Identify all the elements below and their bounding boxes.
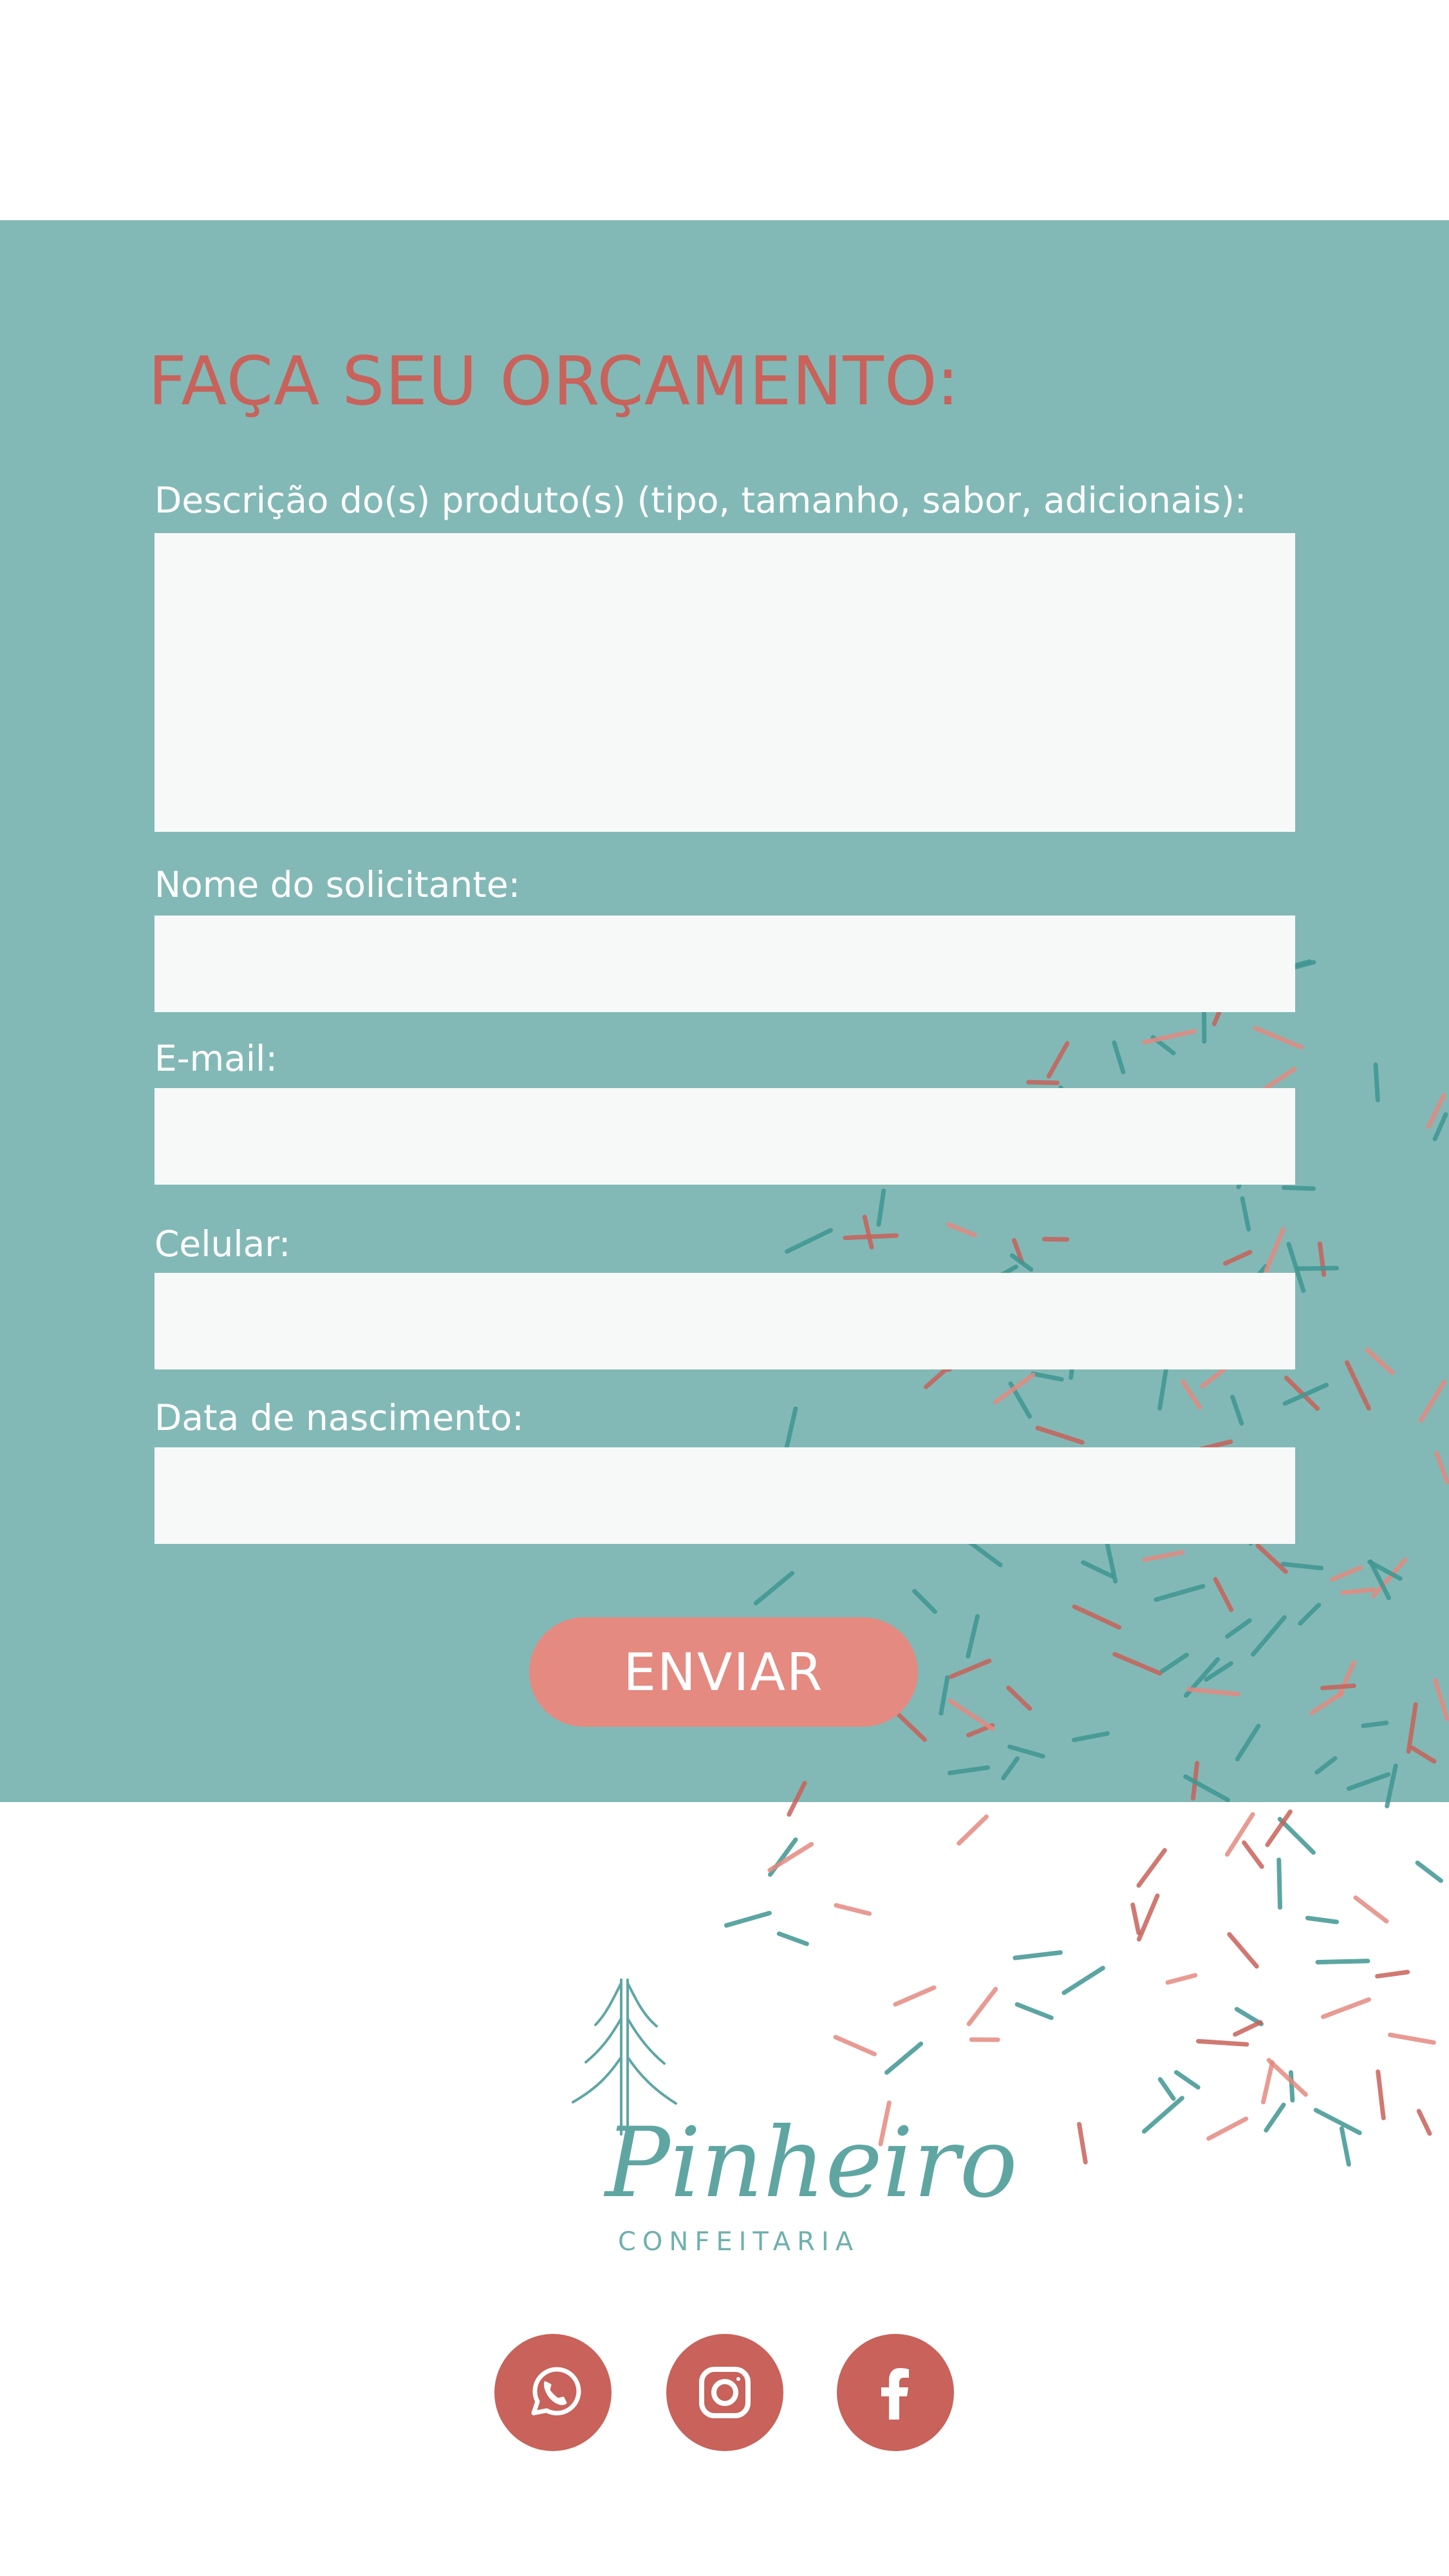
sprinkle: [1157, 2077, 1176, 2101]
sprinkle: [1130, 1903, 1141, 1935]
phone-label: Celular:: [154, 1223, 291, 1264]
email-label: E-mail:: [154, 1038, 277, 1079]
sprinkle: [1242, 1840, 1264, 1869]
description-label: Descrição do(s) produto(s) (tipo, tamanh…: [154, 480, 1247, 521]
whatsapp-button[interactable]: [494, 2334, 612, 2451]
facebook-icon: [881, 2368, 909, 2420]
sprinkle: [1313, 2107, 1362, 2136]
sprinkle: [1234, 2007, 1264, 2027]
description-field[interactable]: [154, 533, 1295, 832]
sprinkle: [1276, 1857, 1283, 1910]
sprinkle: [1136, 1848, 1167, 1888]
sprinkle: [1387, 2032, 1436, 2045]
phone-field[interactable]: [154, 1273, 1295, 1369]
instagram-button[interactable]: [666, 2334, 783, 2451]
submit-button[interactable]: ENVIAR: [529, 1617, 918, 1727]
birthdate-label: Data de nascimento:: [154, 1397, 524, 1438]
brand-logo: Pinheiro CONFEITARIA: [560, 1973, 1018, 2270]
sprinkle: [1227, 1932, 1259, 1969]
sprinkle: [1265, 1809, 1293, 1847]
sprinkle: [1415, 1860, 1443, 1883]
sprinkle: [767, 1837, 798, 1877]
sprinkle: [1014, 2002, 1054, 2020]
form-title: FAÇA SEU ORÇAMENTO:: [148, 342, 960, 420]
sprinkle: [1141, 2096, 1184, 2134]
sprinkle: [1233, 2020, 1263, 2037]
sprinkle: [724, 1910, 772, 1928]
sprinkle: [1077, 2121, 1088, 2165]
sprinkle: [1196, 2038, 1249, 2047]
sprinkle: [1224, 1812, 1255, 1857]
sprinkle: [1266, 2058, 1308, 2097]
sprinkle: [957, 1814, 989, 1846]
sprinkle: [1260, 2060, 1275, 2105]
sprinkle: [966, 1986, 998, 2027]
brand-subtitle: CONFEITARIA: [618, 2227, 860, 2257]
sprinkle: [1339, 2126, 1351, 2167]
sprinkle: [1173, 2070, 1201, 2090]
email-field[interactable]: [154, 1088, 1295, 1185]
sprinkle: [1206, 2116, 1249, 2141]
whatsapp-icon: [531, 2367, 581, 2416]
sprinkle: [893, 1985, 937, 2007]
name-field[interactable]: [154, 916, 1295, 1012]
facebook-button[interactable]: [837, 2334, 954, 2451]
sprinkle: [1288, 2070, 1295, 2103]
sprinkle: [1264, 2102, 1286, 2133]
sprinkle: [767, 1841, 814, 1873]
sprinkle: [1305, 1915, 1339, 1924]
sprinkle: [1376, 2069, 1386, 2121]
sprinkle: [1416, 2109, 1432, 2136]
sprinkle: [1013, 1950, 1063, 1960]
name-label: Nome do solicitante:: [154, 864, 521, 905]
sprinkle: [834, 1903, 872, 1916]
sprinkle: [1165, 1973, 1198, 1985]
birthdate-field[interactable]: [154, 1447, 1295, 1544]
instagram-icon: [699, 2367, 751, 2418]
sprinkle: [1061, 1966, 1105, 1995]
sprinkle: [1277, 1816, 1316, 1855]
brand-name: Pinheiro: [605, 2107, 1018, 2219]
sprinkle: [1353, 1895, 1389, 1924]
sprinkle: [1136, 1893, 1160, 1942]
sprinkle: [1315, 1959, 1370, 1965]
sprinkle: [1375, 1970, 1410, 1979]
sprinkle: [776, 1931, 809, 1946]
sprinkle: [1321, 1997, 1371, 2019]
